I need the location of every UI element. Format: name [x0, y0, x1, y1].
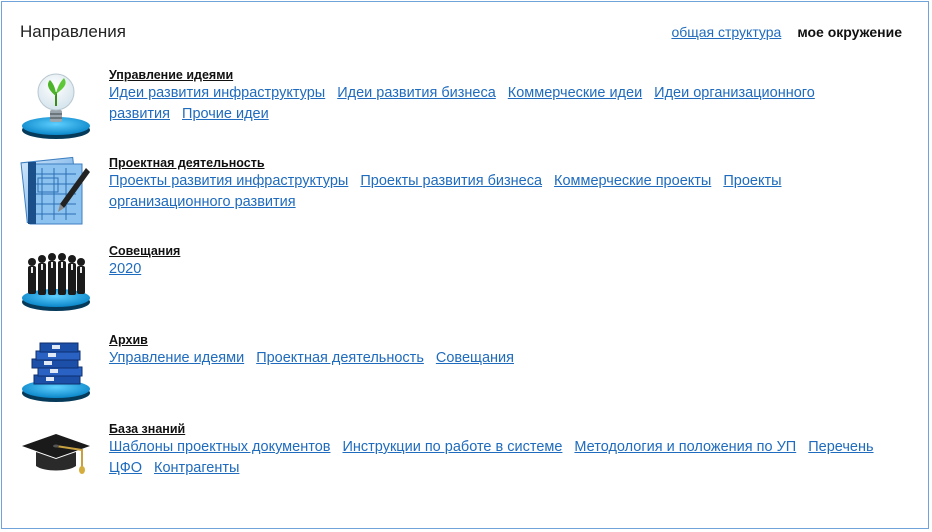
blueprint-pen-icon: [20, 156, 90, 225]
section-meetings: Совещания 2020: [20, 242, 900, 322]
section-ideas-title[interactable]: Управление идеями: [109, 67, 900, 83]
link-ideas-business[interactable]: Идеи развития бизнеса: [337, 85, 496, 101]
link-ideas-commercial[interactable]: Коммерческие идеи: [508, 85, 642, 101]
link-kb-counterparties[interactable]: Контрагенты: [154, 460, 239, 476]
section-meetings-title[interactable]: Совещания: [109, 243, 900, 259]
view-my-environment-current: мое окружение: [797, 24, 902, 40]
link-kb-templates[interactable]: Шаблоны проектных документов: [109, 439, 330, 455]
link-kb-instructions[interactable]: Инструкции по работе в системе: [342, 439, 562, 455]
link-meetings-2020[interactable]: 2020: [109, 261, 141, 277]
link-kb-methodology[interactable]: Методология и положения по УП: [574, 439, 796, 455]
meeting-people-icon: [22, 253, 90, 311]
section-archive-content: Архив Управление идеями Проектная деятель…: [109, 331, 900, 369]
archive-binders-icon: [22, 342, 90, 402]
section-projects: Проектная деятельность Проекты развития …: [20, 154, 900, 234]
view-switch: общая структура мое окружение: [671, 24, 902, 40]
graduation-cap-icon: [22, 434, 90, 474]
link-projects-business[interactable]: Проекты развития бизнеса: [360, 173, 542, 189]
link-projects-infrastructure[interactable]: Проекты развития инфраструктуры: [109, 173, 348, 189]
link-ideas-other[interactable]: Прочие идеи: [182, 106, 269, 122]
lightbulb-plant-icon: [22, 73, 90, 139]
view-general-structure-link[interactable]: общая структура: [671, 24, 781, 40]
link-archive-projects[interactable]: Проектная деятельность: [256, 350, 424, 366]
section-knowledge-base-content: База знаний Шаблоны проектных документов…: [109, 420, 900, 479]
section-meetings-content: Совещания 2020: [109, 242, 900, 280]
section-archive: Архив Управление идеями Проектная деятель…: [20, 331, 900, 411]
section-ideas-links: Идеи развития инфраструктуры Идеи развити…: [109, 83, 900, 125]
section-archive-title[interactable]: Архив: [109, 332, 900, 348]
section-knowledge-base-links: Шаблоны проектных документов Инструкции п…: [109, 437, 900, 479]
directions-panel: Направления общая структура мое окружение: [1, 1, 929, 529]
section-meetings-links: 2020: [109, 259, 900, 280]
section-projects-content: Проектная деятельность Проекты развития …: [109, 154, 900, 213]
page-title: Направления: [20, 22, 126, 41]
section-ideas-content: Управление идеями Идеи развития инфрастр…: [109, 66, 900, 125]
section-projects-links: Проекты развития инфраструктуры Проекты р…: [109, 171, 900, 213]
section-projects-title[interactable]: Проектная деятельность: [109, 155, 900, 171]
link-ideas-infrastructure[interactable]: Идеи развития инфраструктуры: [109, 85, 325, 101]
section-ideas: Управление идеями Идеи развития инфрастр…: [20, 66, 900, 146]
section-knowledge-base: База знаний Шаблоны проектных документов…: [20, 420, 900, 500]
link-projects-commercial[interactable]: Коммерческие проекты: [554, 173, 711, 189]
section-archive-links: Управление идеями Проектная деятельность С…: [109, 348, 900, 369]
link-archive-ideas[interactable]: Управление идеями: [109, 350, 244, 366]
section-knowledge-base-title[interactable]: База знаний: [109, 421, 900, 437]
link-archive-meetings[interactable]: Совещания: [436, 350, 514, 366]
panel-header: Направления общая структура мое окружение: [20, 22, 902, 46]
